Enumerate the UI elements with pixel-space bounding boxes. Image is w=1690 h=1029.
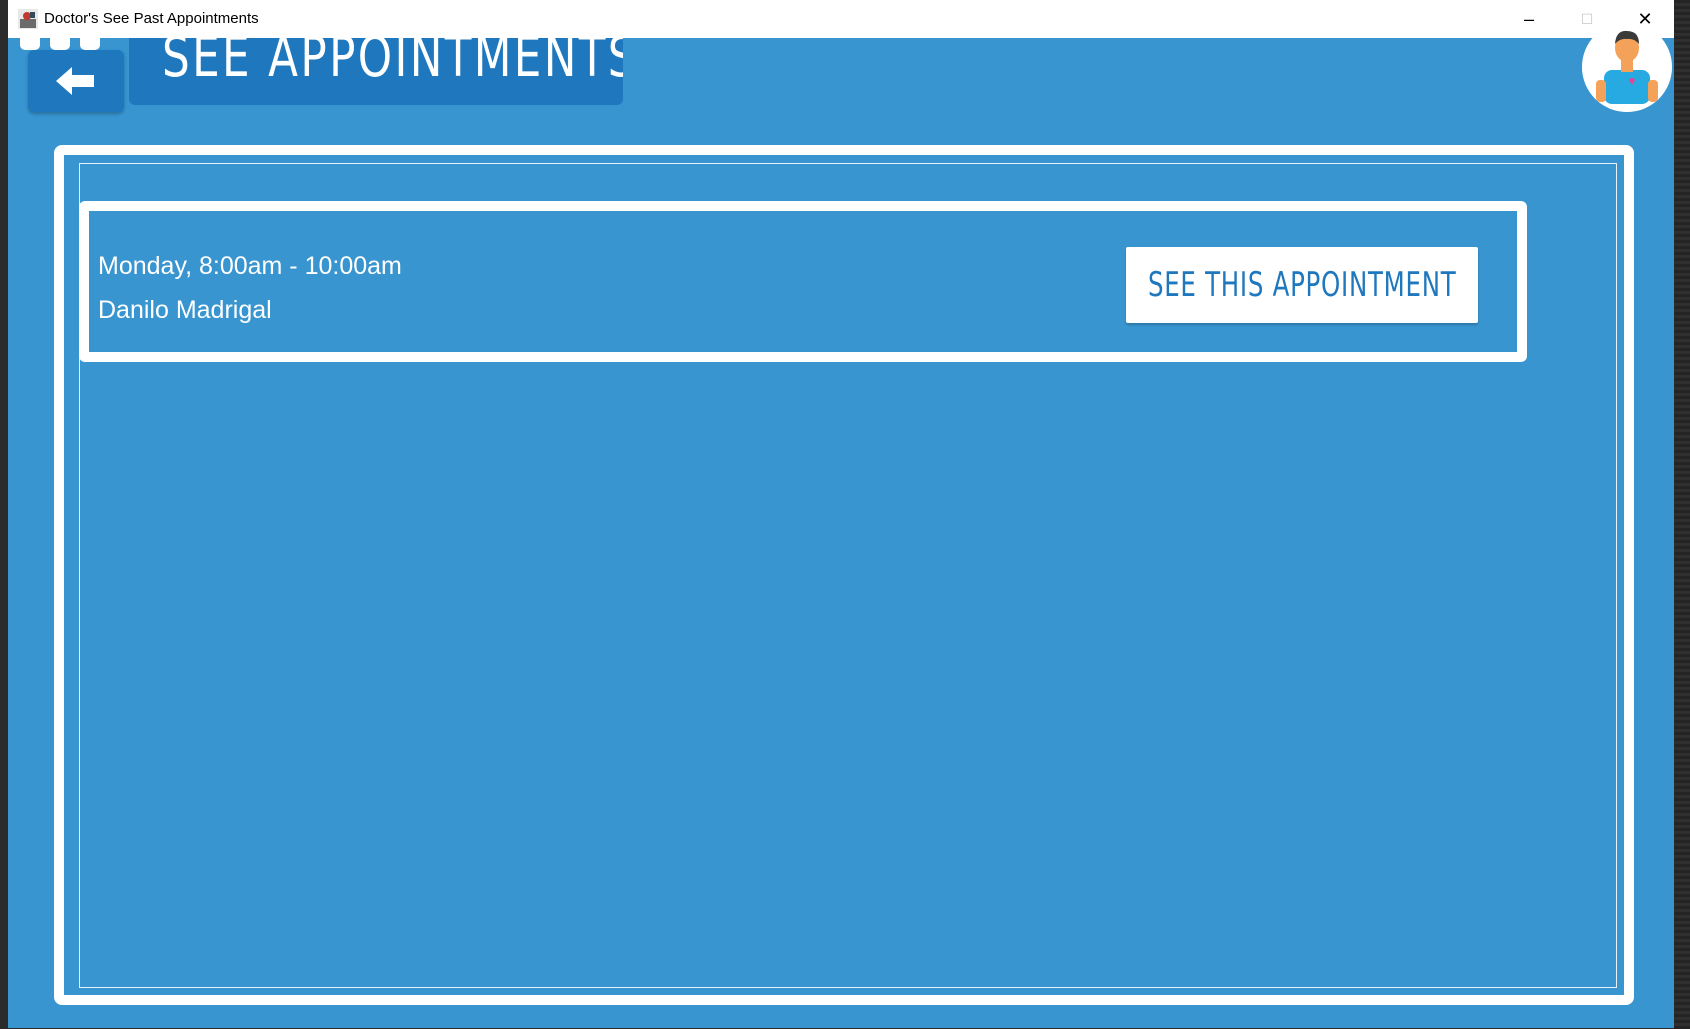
window-title: Doctor's See Past Appointments [44,10,259,27]
appointment-time: Monday, 8:00am - 10:00am [98,252,402,280]
doctor-avatar-icon [1582,22,1672,112]
title-bar: Doctor's See Past Appointments – ☐ ✕ [8,0,1674,38]
appointment-patient-name: Danilo Madrigal [98,296,272,324]
back-button[interactable] [28,50,124,112]
page-header: SEE APPOINTMENTS [129,38,623,105]
minimize-button[interactable]: – [1500,0,1558,38]
app-icon [18,9,38,29]
avatar[interactable] [1582,22,1672,112]
decorative-tab [20,38,40,50]
arrow-left-icon [56,67,94,95]
see-this-appointment-button[interactable]: SEE THIS APPOINTMENT [1126,247,1478,323]
minimize-icon: – [1523,8,1534,29]
decorative-tab [50,38,70,50]
app-window: Doctor's See Past Appointments – ☐ ✕ SEE… [8,0,1674,1028]
desktop-background [1674,0,1690,1029]
decorative-tab [80,38,100,50]
see-this-appointment-label: SEE THIS APPOINTMENT [1147,265,1457,305]
page-title: SEE APPOINTMENTS [162,38,623,90]
maximize-icon: ☐ [1580,10,1594,27]
